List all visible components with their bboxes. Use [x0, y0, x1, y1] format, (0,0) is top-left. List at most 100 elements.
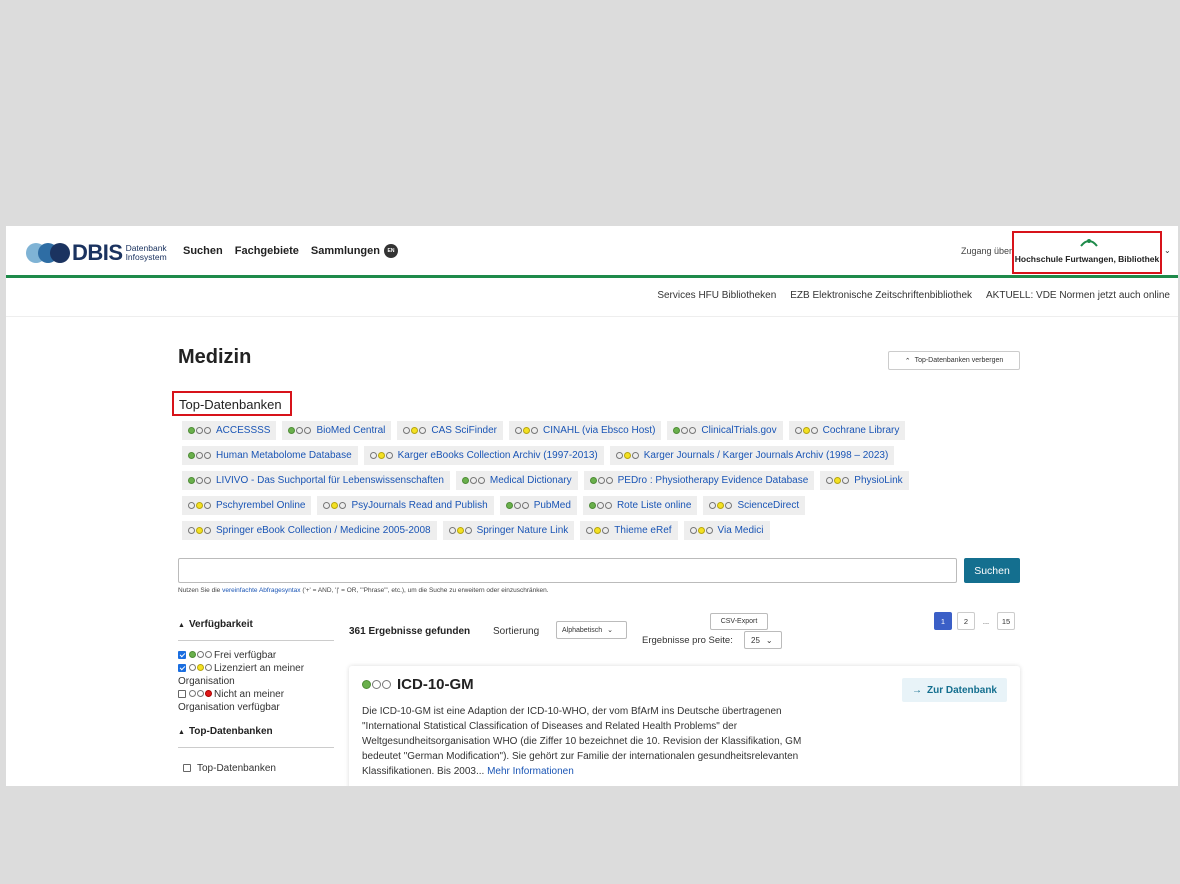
syntax-hint: Nutzen Sie die vereinfachte Abfragesynta… — [178, 587, 549, 594]
triangle-up-icon: ▲ — [178, 622, 185, 629]
secondary-nav-link[interactable]: EZB Elektronische Zeitschriftenbibliothe… — [790, 290, 972, 301]
top-database-chip[interactable]: Springer eBook Collection / Medicine 200… — [182, 521, 437, 540]
top-database-chip[interactable]: ScienceDirect — [703, 496, 806, 515]
top-database-chip[interactable]: PhysioLink — [820, 471, 909, 490]
checkbox[interactable] — [178, 651, 186, 660]
top-database-chip[interactable]: PubMed — [499, 496, 577, 515]
checkbox[interactable] — [183, 764, 191, 773]
goto-label: Zur Datenbank — [926, 684, 997, 696]
top-database-label: Thieme eRef — [614, 525, 672, 536]
logo-circle-icon — [50, 243, 70, 263]
top-databases-heading-highlight: Top-Datenbanken — [172, 391, 292, 416]
top-databases-row: Springer eBook Collection / Medicine 200… — [182, 521, 770, 540]
top-database-chip[interactable]: CAS SciFinder — [397, 421, 503, 440]
filter-not-available[interactable]: Nicht an meiner Organisation verfügbar — [178, 688, 338, 714]
checkbox[interactable] — [178, 690, 186, 699]
top-database-label: BioMed Central — [316, 425, 386, 436]
top-database-chip[interactable]: Human Metabolome Database — [182, 446, 358, 465]
facet-top-toggle[interactable]: ▲ Top-Datenbanken — [178, 726, 334, 748]
top-database-chip[interactable]: LIVIVO - Das Suchportal für Lebenswissen… — [182, 471, 450, 490]
top-database-chip[interactable]: Thieme eRef — [580, 521, 678, 540]
top-database-label: CAS SciFinder — [431, 425, 497, 436]
result-count: 361 Ergebnisse gefunden — [349, 626, 471, 637]
description-text: Die ICD-10-GM ist eine Adaption der ICD-… — [362, 706, 802, 777]
result-description: Die ICD-10-GM ist eine Adaption der ICD-… — [362, 704, 842, 779]
syntax-help-link[interactable]: vereinfachte Abfragesyntax — [222, 587, 300, 594]
top-database-label: Springer Nature Link — [476, 525, 569, 536]
top-database-label: Cochrane Library — [822, 425, 900, 436]
result-title[interactable]: ICD-10-GM — [362, 676, 474, 693]
traffic-light-icon — [188, 527, 211, 534]
page-button[interactable]: 1 — [934, 612, 952, 630]
traffic-light-icon — [188, 477, 211, 484]
top-database-chip[interactable]: PsyJournals Read and Publish — [317, 496, 494, 515]
institution-name: Hochschule Furtwangen, Bibliothek — [1014, 254, 1160, 264]
top-database-chip[interactable]: ACCESSSS — [182, 421, 277, 440]
top-database-chip[interactable]: PEDro : Physiotherapy Evidence Database — [583, 471, 815, 490]
traffic-light-icon — [189, 690, 212, 697]
nav-fachgebiete[interactable]: Fachgebiete — [235, 245, 299, 257]
top-database-chip[interactable]: CINAHL (via Ebsco Host) — [508, 421, 662, 440]
traffic-light-icon — [188, 502, 211, 509]
sort-label: Sortierung — [493, 626, 540, 637]
language-switch-button[interactable]: EN — [384, 244, 398, 258]
top-database-label: Karger Journals / Karger Journals Archiv… — [643, 450, 889, 461]
sort-select[interactable]: Alphabetisch ⌄ — [556, 621, 627, 639]
top-database-chip[interactable]: Karger Journals / Karger Journals Archiv… — [609, 446, 895, 465]
filter-licensed[interactable]: Lizenziert an meiner Organisation — [178, 662, 338, 688]
secondary-nav-link[interactable]: AKTUELL: VDE Normen jetzt auch online — [986, 290, 1170, 301]
top-databases-heading: Top-Datenbanken — [179, 397, 282, 412]
top-database-chip[interactable]: ClinicalTrials.gov — [667, 421, 783, 440]
top-database-chip[interactable]: Rote Liste online — [582, 496, 698, 515]
dbis-logo[interactable]: DBIS Datenbank Infosystem — [26, 240, 167, 266]
top-database-chip[interactable]: Cochrane Library — [788, 421, 906, 440]
csv-export-button[interactable]: CSV-Export — [710, 613, 768, 630]
logo-text: DBIS — [72, 240, 123, 265]
triangle-up-icon: ▲ — [178, 729, 185, 736]
nav-suchen[interactable]: Suchen — [183, 245, 223, 257]
institution-selector[interactable]: Hochschule Furtwangen, Bibliothek — [1012, 231, 1162, 274]
search-button[interactable]: Suchen — [964, 558, 1020, 583]
top-databases-row: Pschyrembel Online PsyJournals Read and P… — [182, 496, 806, 515]
checkbox[interactable] — [178, 664, 186, 673]
top-database-label: Rote Liste online — [616, 500, 692, 511]
search-input[interactable] — [178, 558, 957, 583]
filter-top-databases[interactable]: Top-Datenbanken — [183, 762, 343, 775]
top-database-chip[interactable]: Pschyrembel Online — [182, 496, 312, 515]
traffic-light-icon — [689, 527, 713, 534]
traffic-light-icon — [362, 680, 391, 689]
top-database-chip[interactable]: BioMed Central — [282, 421, 392, 440]
traffic-light-icon — [323, 502, 347, 509]
top-database-chip[interactable]: Karger eBooks Collection Archiv (1997-20… — [363, 446, 604, 465]
per-page-select[interactable]: 25 ⌄ — [744, 631, 782, 649]
access-label: Zugang über — [961, 246, 1013, 256]
traffic-light-icon — [505, 502, 529, 509]
traffic-light-icon — [514, 427, 538, 434]
goto-database-button[interactable]: → Zur Datenbank — [902, 678, 1007, 702]
divider — [6, 316, 1178, 317]
page-button[interactable]: 2 — [957, 612, 975, 630]
top-databases-row: Human Metabolome Database Karger eBooks C… — [182, 446, 895, 465]
traffic-light-icon — [448, 527, 472, 534]
top-database-label: PhysioLink — [854, 475, 903, 486]
more-info-link[interactable]: Mehr Informationen — [487, 766, 574, 777]
facet-availability-toggle[interactable]: ▲ Verfügbarkeit — [178, 619, 334, 641]
nav-sammlungen[interactable]: Sammlungen — [311, 245, 380, 257]
top-database-label: PubMed — [533, 500, 571, 511]
page-button[interactable]: 15 — [997, 612, 1015, 630]
hide-top-databases-button[interactable]: ⌃ Top-Datenbanken verbergen — [888, 351, 1020, 370]
pagination: 1 2 ... 15 — [934, 612, 1015, 630]
top-database-label: ScienceDirect — [737, 500, 800, 511]
traffic-light-icon — [189, 651, 212, 658]
hint-text: ('+' = AND, '|' = OR, '"Phrase"', etc.),… — [302, 587, 549, 594]
top-database-chip[interactable]: Medical Dictionary — [455, 471, 578, 490]
filter-free[interactable]: Frei verfügbar — [178, 649, 338, 662]
top-database-chip[interactable]: Springer Nature Link — [442, 521, 575, 540]
top-databases-row: ACCESSSS BioMed Central CAS SciFinder CINAH… — [182, 421, 906, 440]
top-database-label: Human Metabolome Database — [216, 450, 352, 461]
top-database-label: LIVIVO - Das Suchportal für Lebenswissen… — [216, 475, 444, 486]
traffic-light-icon — [403, 427, 427, 434]
secondary-nav-link[interactable]: Services HFU Bibliotheken — [657, 290, 776, 301]
chevron-down-icon[interactable]: ⌄ — [1164, 246, 1171, 255]
top-database-chip[interactable]: Via Medici — [683, 521, 770, 540]
